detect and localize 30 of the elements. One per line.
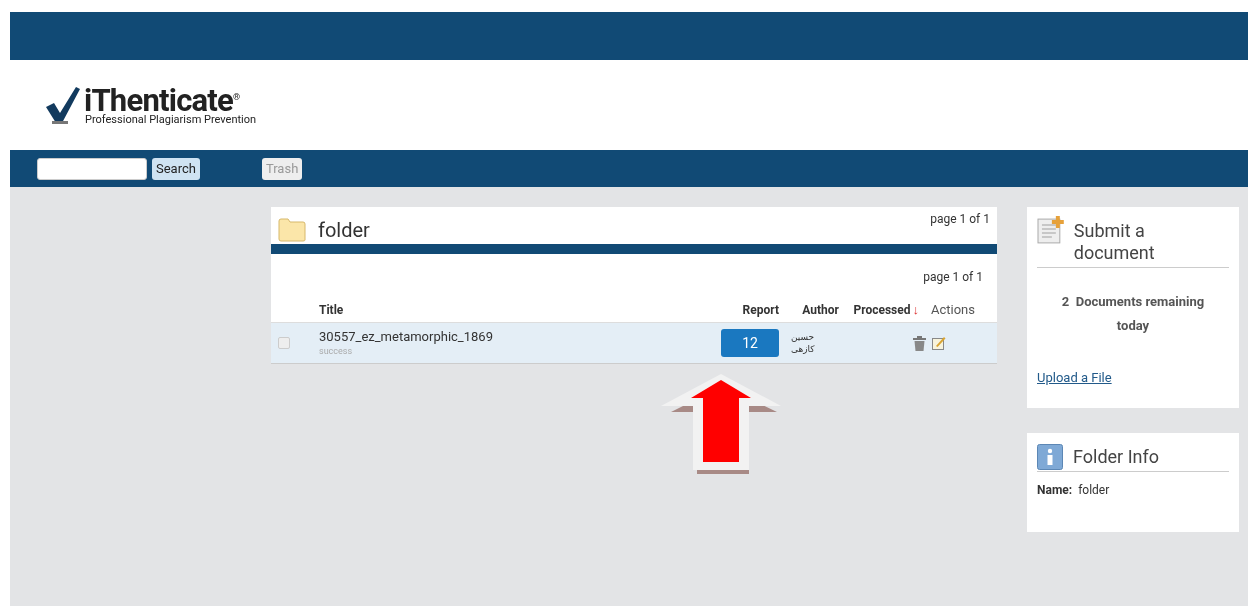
info-icon <box>1037 443 1063 470</box>
name-value: folder <box>1078 482 1110 499</box>
column-header[interactable]: Processed <box>853 301 911 319</box>
status-text: success <box>319 345 354 357</box>
folder-title: folder <box>318 217 370 244</box>
panel-title: Submit a document <box>1073 220 1156 264</box>
remaining-text: 2 Documents remaining today <box>1061 294 1205 333</box>
document-title[interactable]: 30557_ez_metamorphic_1869 <box>319 329 667 346</box>
search-button[interactable]: Search <box>152 157 200 180</box>
report-button[interactable]: 12 <box>721 329 779 357</box>
column-header[interactable]: Actions <box>931 300 975 320</box>
column-header[interactable]: Title <box>319 301 344 319</box>
author-name: حسین کازهی <box>791 331 816 355</box>
folder-icon <box>278 218 306 242</box>
column-header[interactable]: Report <box>742 301 779 319</box>
upload-link[interactable]: Upload a File <box>1037 368 1112 388</box>
panel-title: Folder Info <box>1073 445 1160 469</box>
logo-tagline: Professional Plagiarism Prevention <box>85 114 257 125</box>
registered-mark: ® <box>233 93 241 102</box>
edit-icon[interactable] <box>932 336 946 350</box>
sort-arrow[interactable]: ↓ <box>912 300 919 320</box>
document-add-icon <box>1037 216 1065 244</box>
pager-text: page 1 of 1 <box>930 211 990 228</box>
column-header[interactable]: Author <box>802 301 839 319</box>
search-field[interactable] <box>37 157 147 180</box>
trash-icon[interactable] <box>913 335 926 351</box>
name-label: Name: <box>1037 482 1073 499</box>
check-icon <box>44 85 80 125</box>
row-checkbox[interactable] <box>278 337 290 349</box>
pager-text: page 1 of 1 <box>923 269 983 286</box>
